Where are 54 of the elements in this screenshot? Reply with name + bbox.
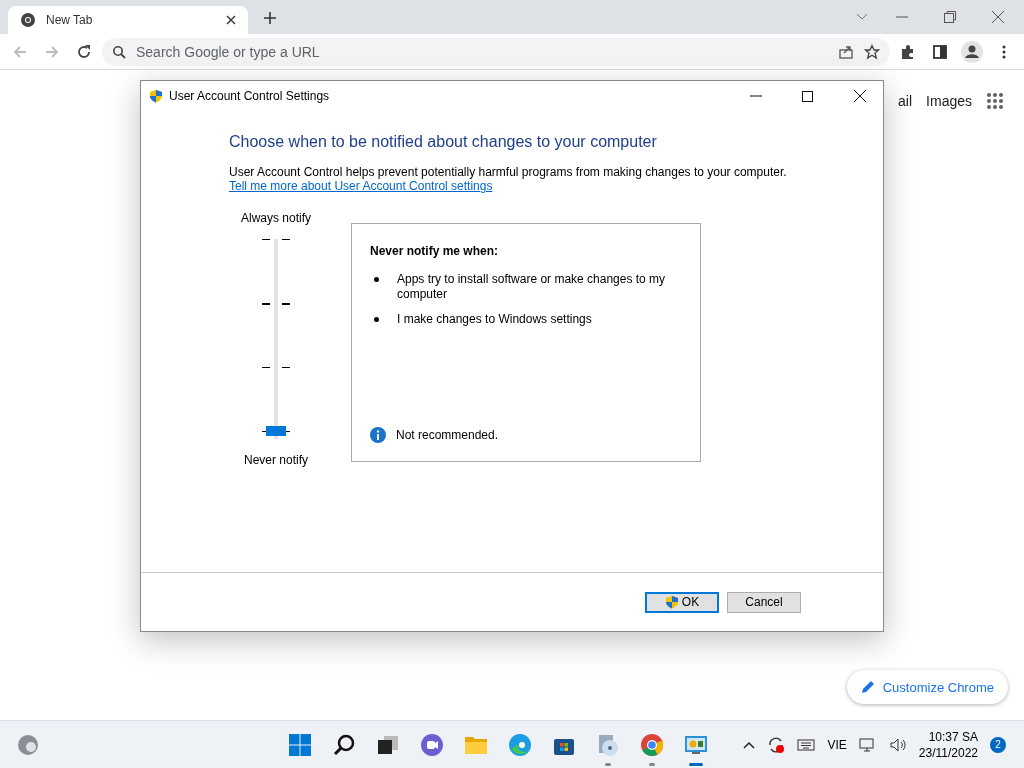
cancel-button[interactable]: Cancel [727,591,801,613]
chrome-icon [20,12,36,28]
weather-icon[interactable] [17,733,39,756]
chrome-icon[interactable] [640,733,664,757]
slider-thumb[interactable] [266,426,286,436]
clock[interactable]: 10:37 SA 23/11/2022 [918,728,978,761]
help-link[interactable]: Tell me more about User Account Control settings [229,179,493,193]
address-bar[interactable]: Search Google or type a URL [102,37,890,66]
notification-badge[interactable]: 2 [990,736,1006,753]
chevron-up-icon[interactable] [743,740,756,749]
reload-icon[interactable] [76,43,92,60]
shield-icon [149,89,163,103]
description: User Account Control helps prevent potentially harmful programs from making changes to your computer. [229,165,788,179]
bullet-icon [374,317,379,322]
language-indicator[interactable]: VIE [827,737,847,752]
customize-chrome-button[interactable]: Customize Chrome [846,670,1008,704]
profile-icon[interactable] [961,40,983,63]
panel-title: Never notify me when: [370,244,500,258]
pencil-icon [860,680,875,694]
bullet-text: Apps try to install software or make changes to my computer [397,272,667,302]
chat-icon[interactable] [420,733,444,757]
network-icon[interactable] [858,736,877,753]
sync-icon[interactable] [767,735,786,754]
window-title: User Account Control Settings [169,89,331,103]
speaker-icon[interactable] [888,736,907,753]
slider-top-label: Always notify [241,211,311,225]
dialog-heading: Choose when to be notified about changes to your computer [229,133,658,151]
close-icon[interactable] [226,15,236,25]
edge-icon[interactable] [508,733,532,757]
browser-tab[interactable]: New Tab [8,6,248,34]
disc-icon[interactable] [596,733,620,757]
side-panel-icon[interactable] [932,43,948,60]
task-view-icon[interactable] [376,733,400,757]
page-link[interactable]: ail [898,93,913,109]
share-icon[interactable] [838,43,854,60]
info-icon [370,427,386,443]
ok-button[interactable]: OK [645,591,719,613]
star-icon[interactable] [864,43,880,60]
apps-grid-icon[interactable] [986,92,1004,110]
search-icon [112,44,126,59]
slider-bottom-label: Never notify [244,453,308,467]
keyboard-icon[interactable] [797,737,816,752]
bullet-icon [374,277,379,282]
search-icon[interactable] [332,733,356,757]
bullet-text: I make changes to Windows settings [397,312,592,327]
page-link[interactable]: Images [926,93,972,109]
windows-icon[interactable] [288,733,312,757]
menu-icon[interactable] [1002,44,1006,59]
puzzle-icon[interactable] [900,43,916,60]
note-text: Not recommended. [396,428,499,442]
chevron-down-icon[interactable] [856,13,868,21]
control-panel-icon[interactable] [684,733,708,757]
new-tab-icon[interactable] [263,11,277,25]
shield-icon [664,595,679,609]
